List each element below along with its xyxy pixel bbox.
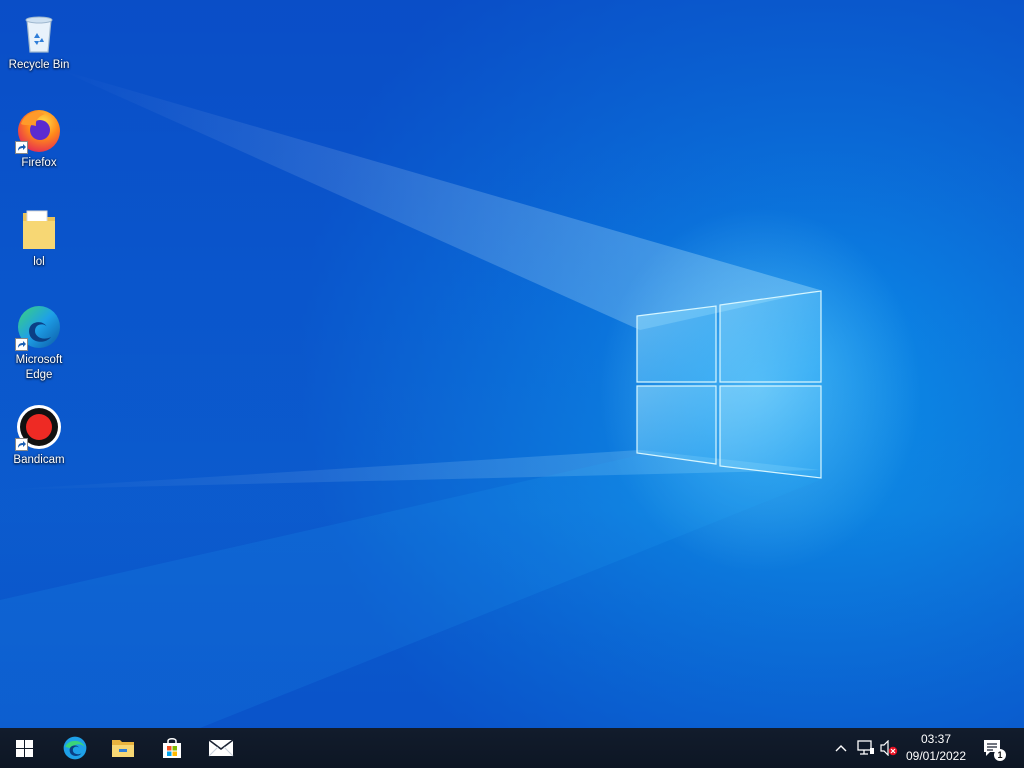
edge-icon xyxy=(63,736,87,760)
desktop-icon-lol-folder[interactable]: lol xyxy=(2,205,76,270)
desktop-icon-label: Recycle Bin xyxy=(8,59,70,71)
taskbar-clock[interactable]: 03:37 09/01/2022 xyxy=(900,731,972,765)
start-button[interactable] xyxy=(0,728,48,768)
wallpaper-light-beams xyxy=(0,70,820,728)
desktop-icon-bandicam[interactable]: Bandicam xyxy=(2,403,76,468)
taskbar-store-button[interactable] xyxy=(148,728,196,768)
taskbar-mail-button[interactable] xyxy=(197,728,245,768)
desktop-icon-label: Firefox xyxy=(21,157,57,169)
notification-count-badge: 1 xyxy=(994,749,1006,761)
desktop-icon-label: lol xyxy=(33,256,45,268)
taskbar-edge-button[interactable] xyxy=(51,728,99,768)
desktop-icon-label: Bandicam xyxy=(13,454,65,466)
windows-wallpaper-logo xyxy=(636,290,822,479)
volume-button[interactable] xyxy=(879,738,899,758)
clock-time: 03:37 xyxy=(920,732,952,746)
firefox-icon xyxy=(15,106,63,154)
shortcut-arrow-icon xyxy=(15,438,28,451)
bandicam-icon xyxy=(15,403,63,451)
show-hidden-icons-button[interactable] xyxy=(832,738,850,758)
shortcut-arrow-icon xyxy=(15,141,28,154)
desktop-icon-recycle-bin[interactable]: Recycle Bin xyxy=(2,8,76,73)
store-icon xyxy=(163,738,181,758)
desktop[interactable]: Recycle Bin Firefox lol Microsoft Edge B… xyxy=(0,0,1024,728)
volume-muted-icon xyxy=(880,740,898,756)
file-explorer-icon xyxy=(112,740,134,757)
taskbar-file-explorer-button[interactable] xyxy=(99,728,147,768)
clock-date: 09/01/2022 xyxy=(905,749,967,763)
desktop-icon-microsoft-edge[interactable]: Microsoft Edge xyxy=(2,303,76,383)
desktop-icon-firefox[interactable]: Firefox xyxy=(2,106,76,171)
taskbar: 03:37 09/01/2022 1 xyxy=(0,728,1024,768)
shortcut-arrow-icon xyxy=(15,338,28,351)
start-icon xyxy=(15,739,33,757)
chevron-up-icon xyxy=(835,745,847,752)
network-icon xyxy=(857,740,874,755)
desktop-icon-label: Microsoft Edge xyxy=(15,354,63,381)
recycle-bin-icon xyxy=(15,8,63,56)
mail-icon xyxy=(208,739,234,757)
edge-icon xyxy=(15,303,63,351)
network-status-button[interactable] xyxy=(856,738,876,758)
folder-icon xyxy=(15,205,63,253)
